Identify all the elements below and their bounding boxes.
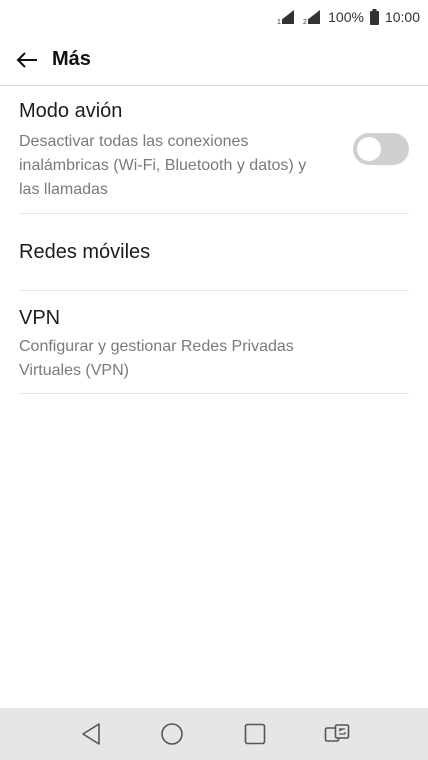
page-title: Más [52,48,91,70]
home-circle-icon [161,723,183,745]
svg-text:1: 1 [277,19,281,25]
sim1-signal-icon: 1 [274,9,297,25]
airplane-mode-title: Modo avión [19,100,123,122]
status-time: 10:00 [384,9,420,25]
sim2-signal-icon: 2 [300,9,322,25]
battery-full-icon [369,9,379,25]
navigation-bar [0,708,428,760]
screen: 1 2 100% 10:00 Más Modo avión Desactivar… [0,0,428,760]
nav-back-button[interactable] [77,720,105,748]
toggle-knob [357,137,381,161]
recents-square-icon [244,723,266,745]
airplane-mode-item[interactable]: Modo avión Desactivar todas las conexion… [19,86,409,214]
app-header: Más [0,34,428,86]
nav-home-button[interactable] [158,720,186,748]
settings-list: Modo avión Desactivar todas las conexion… [0,86,428,394]
vpn-title: VPN [19,307,61,329]
status-bar: 1 2 100% 10:00 [0,0,428,34]
battery-percent: 100% [328,9,364,25]
vpn-item[interactable]: VPN Configurar y gestionar Redes Privada… [19,291,409,394]
vpn-summary: Configurar y gestionar Redes Privadas Vi… [19,338,294,379]
airplane-mode-toggle[interactable] [353,133,409,165]
arrow-left-icon [16,51,37,68]
nav-recents-button[interactable] [241,720,269,748]
dual-window-icon [324,724,350,742]
svg-text:2: 2 [303,19,307,25]
mobile-networks-item[interactable]: Redes móviles [19,214,409,291]
nav-dual-window-button[interactable] [323,720,351,748]
mobile-networks-title: Redes móviles [19,241,151,263]
back-button[interactable] [14,47,40,73]
back-triangle-icon [82,723,100,745]
airplane-mode-summary: Desactivar todas las conexiones inalámbr… [19,133,307,198]
